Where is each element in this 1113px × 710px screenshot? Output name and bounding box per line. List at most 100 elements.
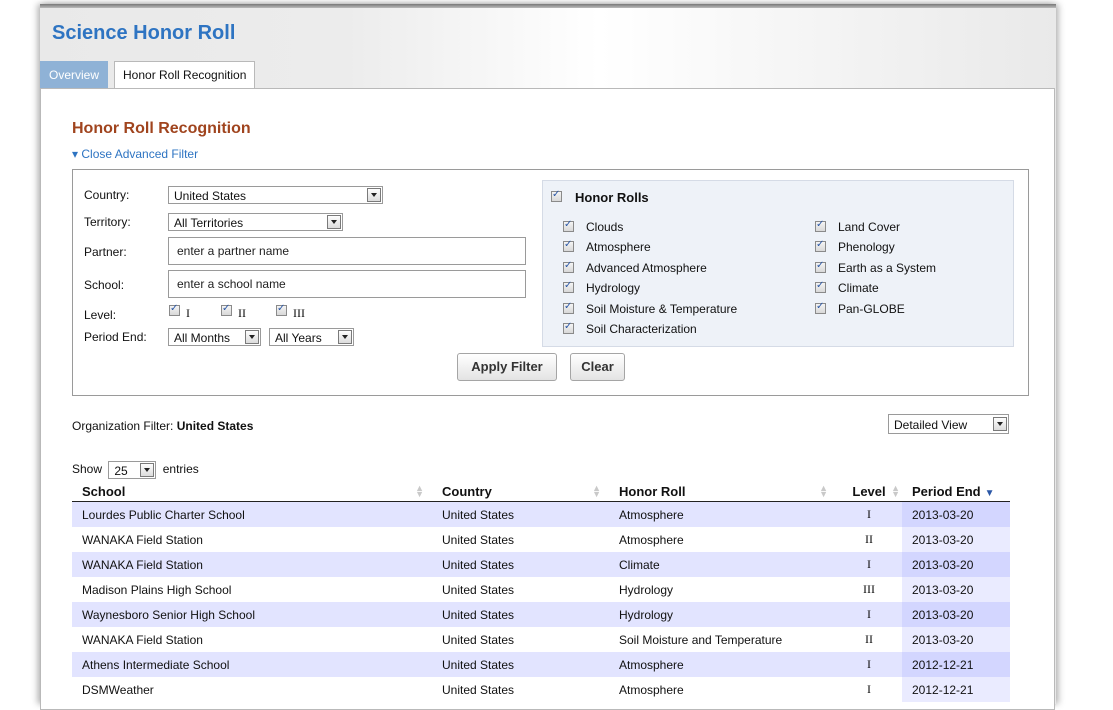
table-row[interactable]: Athens Intermediate School United States A… — [72, 652, 1010, 677]
country-cell: United States — [432, 527, 609, 552]
hydrology-checkbox[interactable] — [563, 280, 574, 293]
table-row[interactable]: WANAKA Field Station United States Atmosph… — [72, 527, 1010, 552]
territory-select[interactable]: All Territories — [168, 213, 343, 231]
sort-icon: ▲ ▼ — [891, 483, 900, 499]
country-select[interactable]: United States — [168, 186, 383, 204]
chevron-down-icon — [993, 417, 1007, 431]
column-header-honor-roll[interactable]: Honor Roll ▲ ▼ — [609, 481, 836, 502]
sort-icon: ▲ ▼ — [819, 483, 828, 499]
level-i-checkbox[interactable] — [169, 303, 180, 316]
pan-globe-label: Pan-GLOBE — [838, 302, 905, 316]
advanced-atmosphere-checkbox[interactable] — [563, 260, 574, 273]
partner-input[interactable]: enter a partner name — [168, 237, 526, 265]
period-end-cell: 2013-03-20 — [902, 501, 1010, 527]
atmosphere-label: Atmosphere — [586, 240, 651, 254]
level-cell: I — [836, 602, 902, 627]
app-window: Science Honor Roll Overview Honor Roll R… — [40, 4, 1056, 710]
table-row[interactable]: WANAKA Field Station United States Soil Mo… — [72, 627, 1010, 652]
honor-roll-cell: Atmosphere — [609, 652, 836, 677]
honor-rolls-panel: Honor Rolls Clouds Atmosphere Advanced A… — [542, 180, 1014, 347]
period-end-cell: 2013-03-20 — [902, 602, 1010, 627]
entries-select-value: 25 — [114, 464, 128, 478]
school-cell: WANAKA Field Station — [72, 552, 432, 577]
soil-characterization-checkbox[interactable] — [563, 321, 574, 334]
view-select[interactable]: Detailed View — [888, 414, 1009, 434]
column-header-school[interactable]: School ▲ ▼ — [72, 481, 432, 502]
phenology-label: Phenology — [838, 240, 895, 254]
close-advanced-filter-link[interactable]: ▾ Close Advanced Filter — [72, 147, 198, 161]
years-select-value: All Years — [275, 331, 322, 345]
months-select-value: All Months — [174, 331, 231, 345]
tab-honor-roll-recognition[interactable]: Honor Roll Recognition — [114, 61, 256, 90]
column-header-period-end-label: Period End — [912, 483, 981, 499]
earth-system-label: Earth as a System — [838, 261, 937, 275]
apply-filter-button[interactable]: Apply Filter — [457, 353, 557, 381]
sort-icon: ▲ ▼ — [415, 483, 424, 499]
tab-overview[interactable]: Overview — [40, 61, 109, 88]
honor-rolls-all-checkbox[interactable] — [551, 189, 562, 202]
show-label: Show — [72, 462, 103, 477]
level-cell: I — [836, 552, 902, 577]
honor-roll-cell: Climate — [609, 552, 836, 577]
months-select[interactable]: All Months — [168, 328, 261, 346]
level-ii-checkbox[interactable] — [221, 303, 232, 316]
app-title: Science Honor Roll — [52, 22, 236, 44]
organization-filter-label: Organization Filter: — [72, 419, 174, 433]
table-row[interactable]: WANAKA Field Station United States Climate… — [72, 552, 1010, 577]
land-cover-label: Land Cover — [838, 220, 901, 234]
years-select[interactable]: All Years — [269, 328, 354, 346]
earth-system-checkbox[interactable] — [815, 260, 826, 273]
honor-roll-cell: Soil Moisture and Temperature — [609, 627, 836, 652]
level-cell: I — [836, 652, 902, 677]
period-end-cell: 2013-03-20 — [902, 527, 1010, 552]
period-end-cell: 2013-03-20 — [902, 577, 1010, 602]
table-row[interactable]: DSMWeather United States Atmosphere I 2012-1… — [72, 677, 1010, 702]
period-end-cell: 2013-03-20 — [902, 627, 1010, 652]
chevron-down-icon — [327, 215, 341, 229]
period-end-cell: 2012-12-21 — [902, 677, 1010, 702]
level-i-label: I — [186, 306, 190, 320]
column-header-period-end[interactable]: Period End ▼ — [902, 481, 1010, 502]
climate-label: Climate — [838, 281, 879, 295]
soil-characterization-label: Soil Characterization — [586, 322, 697, 336]
period-end-cell: 2013-03-20 — [902, 552, 1010, 577]
territory-select-value: All Territories — [174, 216, 244, 230]
school-cell: Lourdes Public Charter School — [72, 501, 432, 527]
advanced-filter-box: Country: United States Territory: All Te… — [72, 169, 1029, 396]
country-cell: United States — [432, 627, 609, 652]
clear-button[interactable]: Clear — [570, 353, 625, 381]
sort-icon: ▲ ▼ — [592, 483, 601, 499]
advanced-atmosphere-label: Advanced Atmosphere — [586, 261, 707, 275]
level-ii-label: II — [238, 306, 246, 320]
soil-moisture-checkbox[interactable] — [563, 301, 574, 314]
clouds-checkbox[interactable] — [563, 219, 574, 232]
table-row[interactable]: Madison Plains High School United States H… — [72, 577, 1010, 602]
entries-select[interactable]: 25 — [108, 461, 157, 479]
period-end-cell: 2012-12-21 — [902, 652, 1010, 677]
table-row[interactable]: Waynesboro Senior High School United Stat… — [72, 602, 1010, 627]
column-header-country[interactable]: Country ▲ ▼ — [432, 481, 609, 502]
school-input[interactable]: enter a school name — [168, 270, 526, 298]
column-header-country-label: Country — [442, 483, 492, 499]
column-header-level-label: Level — [852, 483, 886, 499]
country-cell: United States — [432, 501, 609, 527]
country-cell: United States — [432, 602, 609, 627]
column-header-level[interactable]: Level ▲ ▼ — [836, 481, 902, 502]
country-select-value: United States — [174, 189, 247, 203]
level-cell: I — [836, 677, 902, 702]
honor-roll-cell: Atmosphere — [609, 677, 836, 702]
table-row[interactable]: Lourdes Public Charter School United Stat… — [72, 501, 1010, 527]
section-title: Honor Roll Recognition — [72, 120, 251, 137]
chevron-down-icon — [338, 330, 352, 344]
phenology-checkbox[interactable] — [815, 239, 826, 252]
climate-checkbox[interactable] — [815, 280, 826, 293]
results-table: School ▲ ▼ Country ▲ ▼ Honor Roll ▲ ▼ Level ▲ ▼ … — [72, 481, 1010, 702]
level-iii-checkbox[interactable] — [276, 303, 287, 316]
land-cover-checkbox[interactable] — [815, 219, 826, 232]
pan-globe-checkbox[interactable] — [815, 301, 826, 314]
atmosphere-checkbox[interactable] — [563, 239, 574, 252]
level-iii-label: III — [293, 306, 305, 320]
entries-control: Show 25 entries — [72, 461, 199, 479]
honor-roll-cell: Atmosphere — [609, 527, 836, 552]
column-header-honor-roll-label: Honor Roll — [619, 483, 686, 499]
